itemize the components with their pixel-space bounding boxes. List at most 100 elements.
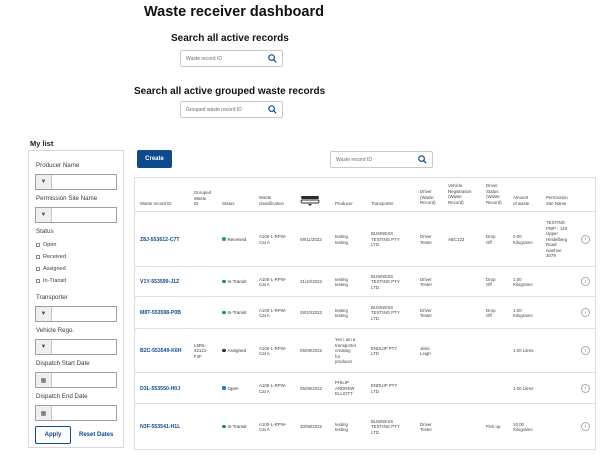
waste-records-table: Waste record ID Grouped Waste ID Status … bbox=[134, 177, 596, 450]
producer-cell: testing testing bbox=[335, 234, 348, 245]
search-icon[interactable] bbox=[267, 53, 278, 64]
row-expand-chevron-icon[interactable]: › bbox=[581, 277, 590, 286]
driver-cell: Driver Tester bbox=[420, 307, 432, 319]
table-row[interactable]: D3L-553550-H0J Open A100-L-RPW- Cat A 05/09… bbox=[135, 373, 595, 404]
permission-site-cell: TESTING PWP - 140 Upper Heidelberg Road … bbox=[546, 220, 568, 259]
row-expand-chevron-icon[interactable]: › bbox=[581, 234, 590, 244]
table-row[interactable]: V1Y-553599-J1Z In-Transit A100-L-RPW- Cat … bbox=[135, 267, 595, 297]
dispatch-end-date-field: ▦ bbox=[35, 405, 117, 421]
calendar-icon[interactable]: ▦ bbox=[36, 373, 52, 387]
dispatch-start-date-field: ▦ bbox=[35, 372, 117, 388]
col-header-amount-of-waste[interactable]: Amount of waste bbox=[513, 195, 529, 206]
status-text: Open bbox=[227, 385, 239, 391]
checkbox[interactable] bbox=[36, 243, 40, 247]
date-cell: 05/09/2022 bbox=[300, 348, 322, 354]
status-text: In-Transit bbox=[227, 279, 247, 284]
transporter-cell: BUSINESS TESTING PTY LTD. bbox=[371, 304, 400, 321]
status-badge: Assigned bbox=[222, 348, 246, 353]
status-text: Received bbox=[227, 236, 247, 242]
table-row[interactable]: B2C-553549-K6H Assigned L5R6- 42121- F4F A1… bbox=[135, 329, 595, 373]
col-header-vehicle-registration[interactable]: Vehicle Registration (Waste Record) bbox=[448, 183, 471, 205]
date-cell: 31/10/2022 bbox=[300, 279, 322, 285]
status-option-open[interactable]: Open bbox=[36, 242, 56, 248]
producer-name-input[interactable] bbox=[53, 175, 116, 189]
col-header-grouped-waste-id[interactable]: Grouped Waste ID bbox=[194, 190, 211, 207]
dispatch-start-date-input[interactable] bbox=[53, 373, 116, 387]
waste-classification-cell: A100-L-RPW- Cat A bbox=[259, 307, 287, 319]
status-badge: In-Transit bbox=[222, 310, 246, 315]
col-header-driver-waste-record[interactable]: Driver (Waste Record) bbox=[420, 189, 436, 206]
filter-icon: ▼ bbox=[36, 340, 52, 354]
checkbox[interactable] bbox=[36, 279, 40, 283]
vehicle-registration-cell: ABC123 bbox=[448, 236, 465, 242]
col-header-permission-site-name[interactable]: Permission Site Name bbox=[546, 195, 568, 206]
waste-record-id-link[interactable]: M8T-553598-P0B bbox=[140, 310, 181, 316]
search-grouped-box bbox=[180, 101, 283, 118]
apply-button[interactable]: Apply bbox=[35, 426, 71, 444]
vehicle-rego-field: ▼ bbox=[35, 339, 117, 355]
status-dot-icon bbox=[222, 424, 226, 429]
status-badge: Received bbox=[222, 237, 246, 242]
status-dot-icon bbox=[222, 279, 226, 284]
waste-classification-cell: A100-L-RPW- Cat A bbox=[259, 421, 287, 433]
col-header-producer[interactable]: Producer bbox=[335, 201, 353, 207]
col-header-driver-status[interactable]: Driver Status (Waste Record) bbox=[486, 183, 502, 205]
amount-cell: 1.00 Kilograms bbox=[513, 276, 533, 288]
amount-cell: 1.00 Kilograms bbox=[513, 307, 533, 319]
calendar-icon[interactable]: ▦ bbox=[36, 406, 52, 420]
reset-dates-link[interactable]: Reset Dates bbox=[79, 432, 113, 438]
col-header-waste-record-id[interactable]: Waste record ID bbox=[140, 201, 172, 207]
permission-site-name-label: Permission Site Name bbox=[36, 195, 98, 202]
permission-site-name-input[interactable] bbox=[53, 208, 116, 222]
status-badge: In-Transit bbox=[222, 279, 246, 284]
driver-status-cell: Drop Off bbox=[486, 276, 496, 288]
status-option-assigned[interactable]: Assigned bbox=[36, 266, 66, 272]
checkbox[interactable] bbox=[36, 255, 40, 259]
col-header-transporter[interactable]: Transporter bbox=[371, 201, 394, 207]
waste-record-id-link[interactable]: N3F-553541-H1L bbox=[140, 424, 180, 430]
waste-record-id-link[interactable]: D3L-553550-H0J bbox=[140, 386, 180, 392]
filter-icon: ▼ bbox=[36, 307, 52, 321]
transporter-label: Transporter bbox=[36, 294, 68, 301]
col-header-waste-classification[interactable]: Waste classification bbox=[259, 195, 284, 206]
date-cell: 30/08/2022 bbox=[300, 424, 322, 430]
waste-record-id-link[interactable]: Z8J-553612-C7T bbox=[140, 237, 180, 243]
row-expand-chevron-icon[interactable]: › bbox=[581, 383, 590, 393]
date-sort-icon[interactable] bbox=[300, 195, 320, 206]
search-icon[interactable] bbox=[417, 154, 428, 165]
amount-cell: 1.00 Litres bbox=[513, 348, 534, 354]
search-icon[interactable] bbox=[267, 104, 278, 115]
driver-cell: Driver Tester bbox=[420, 234, 432, 245]
create-button[interactable]: Create bbox=[137, 150, 172, 168]
vehicle-rego-input[interactable] bbox=[53, 340, 116, 354]
waste-classification-cell: A100-L-RPW- Cat A bbox=[259, 345, 287, 357]
producer-cell: PHILIP ANDREW ELLIOTT bbox=[335, 380, 355, 397]
vehicle-rego-label: Vehicle Rego. bbox=[36, 327, 75, 334]
status-dot-icon bbox=[222, 310, 226, 315]
producer-name-field: ▼ bbox=[35, 174, 117, 190]
table-row[interactable]: Z8J-553612-C7T Received A100-L-RPW- Cat A 0… bbox=[135, 212, 595, 267]
dispatch-end-date-input[interactable] bbox=[53, 406, 116, 420]
status-option-in-transit[interactable]: In-Transit bbox=[36, 278, 66, 284]
my-list-title: My list bbox=[30, 139, 54, 148]
row-expand-chevron-icon[interactable]: › bbox=[581, 308, 590, 317]
driver-cell: Driver Tester bbox=[420, 276, 432, 288]
table-row[interactable]: N3F-553541-H1L In-Transit A100-L-RPW- Cat … bbox=[135, 404, 595, 449]
producer-cell: testing testing bbox=[335, 421, 348, 433]
amount-cell: 1.00 Litres bbox=[513, 385, 534, 391]
amount-cell: 10.00 Kilograms bbox=[513, 421, 533, 433]
transporter-cell: BUSINESS TESTING PTY LTD. bbox=[371, 418, 400, 435]
col-header-status[interactable]: Status bbox=[222, 201, 234, 207]
transporter-input[interactable] bbox=[53, 307, 116, 321]
status-option-received[interactable]: Received bbox=[36, 254, 66, 260]
dispatch-end-date-label: Dispatch End Date bbox=[36, 393, 88, 400]
driver-status-cell: Drop Off bbox=[486, 234, 496, 245]
waste-record-id-link[interactable]: V1Y-553599-J1Z bbox=[140, 279, 179, 285]
row-expand-chevron-icon[interactable]: › bbox=[581, 346, 590, 355]
row-expand-chevron-icon[interactable]: › bbox=[581, 422, 590, 431]
table-row[interactable]: M8T-553598-P0B In-Transit A100-L-RPW- Cat … bbox=[135, 297, 595, 329]
waste-record-id-link[interactable]: B2C-553549-K6H bbox=[140, 348, 182, 354]
driver-cell: Driver Tester bbox=[420, 421, 432, 433]
checkbox[interactable] bbox=[36, 267, 40, 271]
search-active-title: Search all active records bbox=[171, 33, 289, 44]
